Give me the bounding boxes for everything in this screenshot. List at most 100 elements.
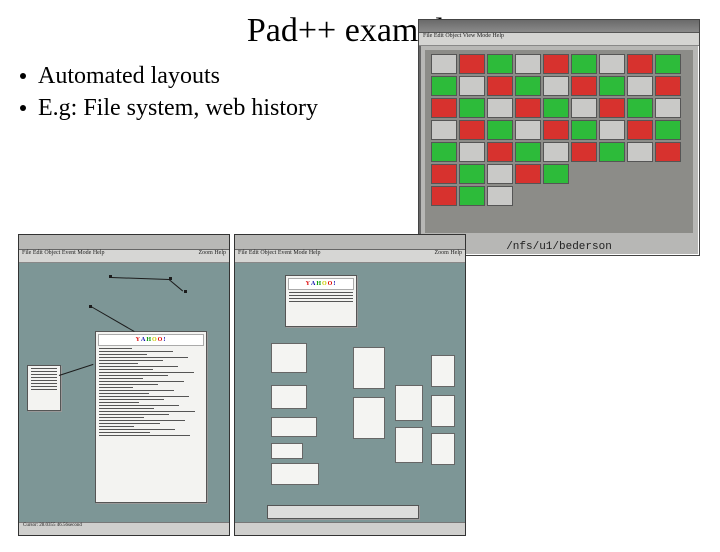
filesystem-tile (459, 76, 485, 96)
page-panel-small (27, 365, 61, 411)
filesystem-tile (627, 76, 653, 96)
filesystem-tile (543, 142, 569, 162)
filesystem-tile (431, 54, 457, 74)
filesystem-tile (515, 164, 541, 184)
page-panel: YAHOO! (285, 275, 357, 327)
bullet-text: E.g: File system, web history (38, 92, 318, 124)
filesystem-tile (543, 120, 569, 140)
graph-edge (91, 306, 135, 332)
filesystem-tile (655, 142, 681, 162)
filesystem-tile (655, 54, 681, 74)
yahoo-logo: YAHOO! (288, 278, 354, 290)
filesystem-tile (487, 186, 513, 206)
filesystem-tile (515, 142, 541, 162)
filesystem-tile (487, 164, 513, 184)
filesystem-tile (655, 98, 681, 118)
page-panel-small (271, 463, 319, 485)
toolbar-row (267, 505, 419, 519)
bullet-item: Automated layouts (20, 60, 350, 92)
filesystem-tile (515, 98, 541, 118)
window-menubar: File Edit Object Event Mode Help Zoom He… (235, 250, 465, 263)
filesystem-tile (627, 98, 653, 118)
graph-node (184, 290, 187, 293)
page-panel-small (271, 343, 307, 373)
bullet-list: Automated layouts E.g: File system, web … (20, 60, 350, 125)
filesystem-tile (655, 76, 681, 96)
filesystem-tile (515, 120, 541, 140)
filesystem-tile (431, 98, 457, 118)
bullet-item: E.g: File system, web history (20, 92, 350, 124)
window-titlebar (235, 235, 465, 250)
graph-edge (59, 364, 94, 376)
filesystem-screenshot: File Edit Object View Mode Help /nfs/u1/… (418, 19, 700, 256)
filesystem-tile (487, 142, 513, 162)
menu-text: File Edit Object Event Mode Help (238, 250, 320, 262)
filesystem-tile (459, 164, 485, 184)
window-statusbar: Cursor: 28.0355 46.56second (19, 522, 229, 535)
figure-area: File Edit Object View Mode Help /nfs/u1/… (18, 234, 700, 534)
graph-edge (169, 279, 183, 291)
window-titlebar (19, 235, 229, 250)
page-panel-small (431, 433, 455, 465)
filesystem-tile (543, 76, 569, 96)
filesystem-tile (543, 54, 569, 74)
menu-text: Zoom Help (435, 250, 463, 262)
window-menubar: File Edit Object View Mode Help (419, 33, 699, 46)
window-menubar: File Edit Object Event Mode Help Zoom He… (19, 250, 229, 263)
page-panel-small (353, 347, 385, 389)
filesystem-tile (627, 54, 653, 74)
filesystem-tile (487, 54, 513, 74)
filesystem-tile (431, 186, 457, 206)
filesystem-tile (655, 120, 681, 140)
window-titlebar (419, 20, 699, 33)
page-panel-small (395, 385, 423, 421)
filesystem-tile (487, 76, 513, 96)
filesystem-canvas (425, 50, 693, 233)
webhistory-screenshot-left: File Edit Object Event Mode Help Zoom He… (18, 234, 230, 536)
page-panel-small (271, 417, 317, 437)
filesystem-tile (599, 76, 625, 96)
window-statusbar (235, 522, 465, 535)
filesystem-tile (571, 54, 597, 74)
filesystem-tile (627, 120, 653, 140)
filesystem-tile (431, 164, 457, 184)
filesystem-tile (431, 142, 457, 162)
filesystem-tile (459, 186, 485, 206)
bullet-dot-icon (20, 73, 26, 79)
yahoo-logo: YAHOO! (98, 334, 204, 346)
filesystem-tile (571, 76, 597, 96)
filesystem-tile (487, 98, 513, 118)
filesystem-tile (599, 120, 625, 140)
filesystem-tile (431, 120, 457, 140)
filesystem-tile (571, 98, 597, 118)
filesystem-tile (599, 98, 625, 118)
filesystem-tile (543, 164, 569, 184)
filesystem-tile (487, 120, 513, 140)
filesystem-tile (543, 98, 569, 118)
filesystem-tile (515, 76, 541, 96)
filesystem-tile (571, 120, 597, 140)
filesystem-tile (627, 142, 653, 162)
graph-edge (111, 277, 169, 280)
page-panel: YAHOO! (95, 331, 207, 503)
filesystem-tile (431, 76, 457, 96)
page-panel-small (395, 427, 423, 463)
filesystem-tile (459, 142, 485, 162)
webhistory-screenshot-right: File Edit Object Event Mode Help Zoom He… (234, 234, 466, 536)
page-panel-small (353, 397, 385, 439)
page-panel-small (431, 395, 455, 427)
filesystem-tile (599, 142, 625, 162)
page-panel-small (271, 443, 303, 459)
menu-text: File Edit Object Event Mode Help (22, 250, 104, 262)
bullet-dot-icon (20, 105, 26, 111)
filesystem-tile (459, 54, 485, 74)
page-panel-small (431, 355, 455, 387)
filesystem-tile (459, 120, 485, 140)
filesystem-tile (515, 54, 541, 74)
filesystem-tile (459, 98, 485, 118)
filesystem-tile (571, 142, 597, 162)
page-panel-small (271, 385, 307, 409)
bullet-text: Automated layouts (38, 60, 220, 92)
filesystem-tile (599, 54, 625, 74)
menu-text: Zoom Help (199, 250, 227, 262)
